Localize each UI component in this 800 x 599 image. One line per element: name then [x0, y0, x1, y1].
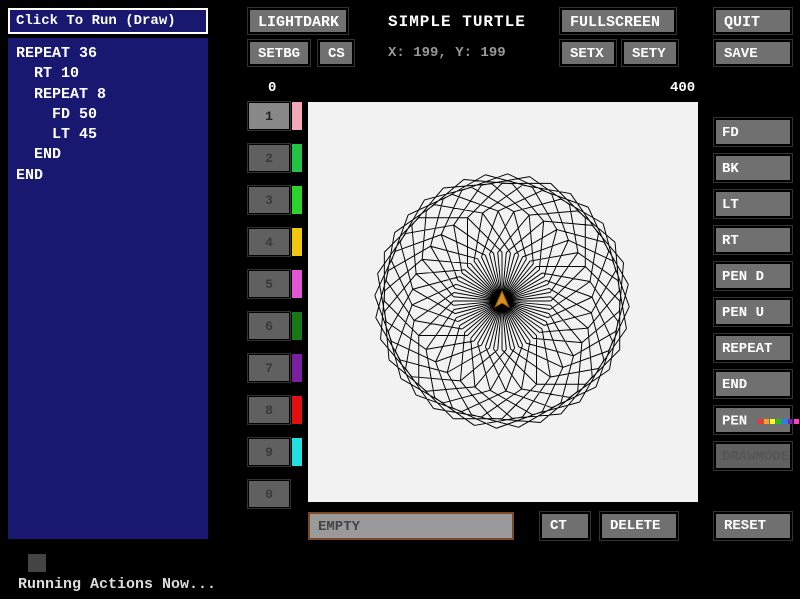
slot-swatch	[292, 354, 302, 382]
setx-button[interactable]: SETX	[560, 40, 616, 66]
reset-button[interactable]: RESET	[714, 512, 792, 540]
slot-button[interactable]: 2	[248, 144, 290, 172]
axis-min-label: 0	[268, 80, 276, 96]
clearscreen-button[interactable]: CS	[318, 40, 354, 66]
slot-button[interactable]: 1	[248, 102, 290, 130]
cursor-coords: X: 199, Y: 199	[388, 45, 506, 61]
slot-3[interactable]: 3	[248, 186, 302, 214]
slot-button[interactable]: 9	[248, 438, 290, 466]
lightdark-button[interactable]: LIGHTDARK	[248, 8, 348, 34]
pendown-button[interactable]: PEN D	[714, 262, 792, 290]
status-indicator-icon	[28, 554, 46, 572]
drawmode-button[interactable]: DRAWMODE	[714, 442, 792, 470]
sety-button[interactable]: SETY	[622, 40, 678, 66]
lt-button[interactable]: LT	[714, 190, 792, 218]
delete-button[interactable]: DELETE	[600, 512, 678, 540]
slot-2[interactable]: 2	[248, 144, 302, 172]
repeat-button[interactable]: REPEAT	[714, 334, 792, 362]
slot-button[interactable]: 6	[248, 312, 290, 340]
pen-button[interactable]: PEN	[714, 406, 792, 434]
rt-button[interactable]: RT	[714, 226, 792, 254]
program-slots: 1 2 3 4 5 6 7 8 9 0	[248, 102, 302, 522]
status-text: Running Actions Now...	[18, 576, 216, 593]
slot-swatch	[292, 438, 302, 466]
pen-palette-icon	[758, 413, 800, 429]
slot-button[interactable]: 4	[248, 228, 290, 256]
slot-8[interactable]: 8	[248, 396, 302, 424]
end-button[interactable]: END	[714, 370, 792, 398]
drawing-canvas[interactable]	[308, 102, 698, 502]
run-header[interactable]: Click To Run (Draw)	[8, 8, 208, 34]
app-title: SIMPLE TURTLE	[388, 13, 526, 31]
penup-button[interactable]: PEN U	[714, 298, 792, 326]
slot-button[interactable]: 8	[248, 396, 290, 424]
slot-button[interactable]: 0	[248, 480, 290, 508]
slot-swatch	[292, 144, 302, 172]
slot-button[interactable]: 7	[248, 354, 290, 382]
command-palette: FD BK LT RT PEN D PEN U REPEAT END PEN D…	[714, 118, 792, 478]
code-panel[interactable]: REPEAT 36 RT 10 REPEAT 8 FD 50 LT 45 END…	[8, 38, 208, 539]
slot-button[interactable]: 3	[248, 186, 290, 214]
slot-6[interactable]: 6	[248, 312, 302, 340]
slot-7[interactable]: 7	[248, 354, 302, 382]
slot-swatch	[292, 480, 302, 508]
slot-swatch	[292, 186, 302, 214]
axis-max-label: 400	[670, 80, 695, 96]
slot-4[interactable]: 4	[248, 228, 302, 256]
slot-0[interactable]: 0	[248, 480, 302, 508]
slot-9[interactable]: 9	[248, 438, 302, 466]
slot-1[interactable]: 1	[248, 102, 302, 130]
slot-swatch	[292, 102, 302, 130]
slot-swatch	[292, 312, 302, 340]
fullscreen-button[interactable]: FULLSCREEN	[560, 8, 676, 34]
quit-button[interactable]: QUIT	[714, 8, 792, 34]
save-button[interactable]: SAVE	[714, 40, 792, 66]
slot-swatch	[292, 270, 302, 298]
slot-button[interactable]: 5	[248, 270, 290, 298]
slot-swatch	[292, 228, 302, 256]
empty-slot-label[interactable]: EMPTY	[308, 512, 514, 540]
setbg-button[interactable]: SETBG	[248, 40, 310, 66]
bk-button[interactable]: BK	[714, 154, 792, 182]
fd-button[interactable]: FD	[714, 118, 792, 146]
ct-button[interactable]: CT	[540, 512, 590, 540]
slot-5[interactable]: 5	[248, 270, 302, 298]
slot-swatch	[292, 396, 302, 424]
